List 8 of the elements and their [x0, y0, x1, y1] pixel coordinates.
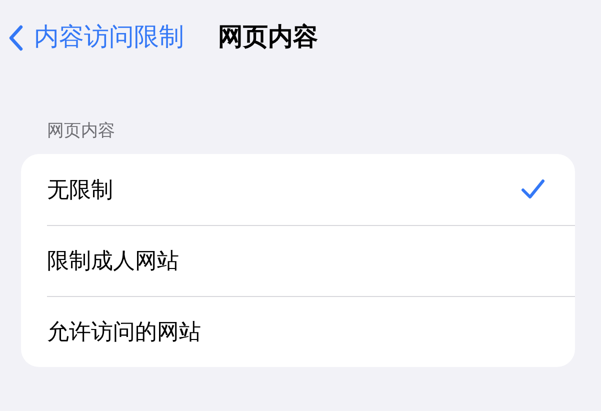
- back-button[interactable]: 内容访问限制: [8, 19, 184, 57]
- section-header: 网页内容: [46, 120, 116, 142]
- page-title: 网页内容: [218, 22, 318, 54]
- option-row[interactable]: 无限制: [47, 154, 575, 224]
- checkmark-icon: [521, 179, 545, 199]
- chevron-left-icon: [8, 24, 24, 52]
- option-row[interactable]: 限制成人网站: [47, 224, 575, 296]
- option-row[interactable]: 允许访问的网站: [47, 296, 575, 366]
